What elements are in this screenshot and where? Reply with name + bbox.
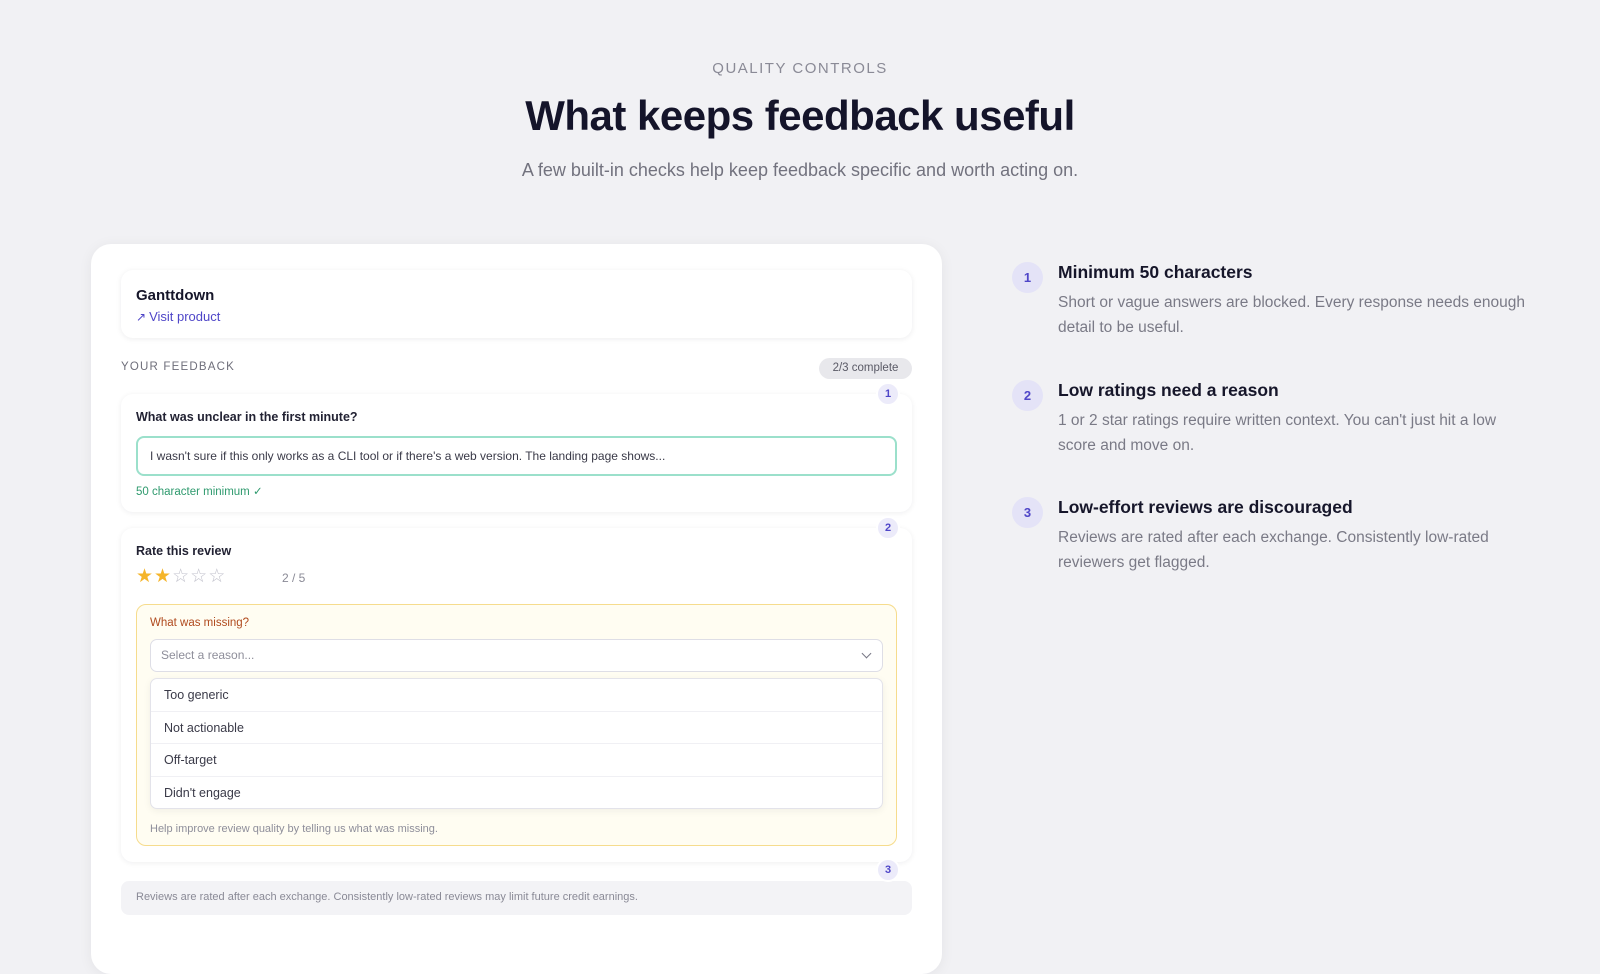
product-header: Ganttdown ↗ Visit product <box>121 270 912 338</box>
product-name: Ganttdown <box>136 287 215 304</box>
rating-notice: Reviews are rated after each exchange. C… <box>121 881 912 915</box>
answer-textarea[interactable]: I wasn't sure if this only works as a CL… <box>136 436 897 476</box>
question-label: What was unclear in the first minute? <box>136 410 358 424</box>
page-subtitle: A few built-in checks help keep feedback… <box>521 160 1079 180</box>
chevron-down-icon <box>861 648 872 659</box>
feature-item: 3 Low-effort reviews are discouraged Rev… <box>1012 497 1532 577</box>
missing-reason-panel: What was missing? Select a reason... Too… <box>136 604 897 846</box>
feature-number-badge: 2 <box>1012 380 1043 411</box>
reason-select[interactable]: Select a reason... <box>150 639 883 672</box>
feedback-card: Ganttdown ↗ Visit product YOUR FEEDBACK 2… <box>91 244 942 974</box>
question-block-1: What was unclear in the first minute? I … <box>121 394 912 512</box>
feature-title: Minimum 50 characters <box>1058 262 1253 282</box>
star-empty-icon[interactable]: ☆ <box>190 566 207 588</box>
feature-number-badge: 3 <box>1012 497 1043 528</box>
help-text: Help improve review quality by telling u… <box>150 823 438 835</box>
progress-badge: 2/3 complete <box>819 358 912 379</box>
reason-options-list: Too generic Not actionable Off-target Didn'… <box>150 678 883 809</box>
feature-description: Short or vague answers are blocked. Ever… <box>1058 294 1526 336</box>
step-number-3: 3 <box>876 858 900 882</box>
reason-option[interactable]: Not actionable <box>151 712 882 744</box>
rating-label: Rate this review <box>136 544 232 558</box>
reason-option[interactable]: Too generic <box>151 679 882 712</box>
feature-title: Low-effort reviews are discouraged <box>1058 497 1353 517</box>
question-block-2: Rate this review ★★☆☆☆ 2 / 5 What was mi… <box>121 528 912 862</box>
visit-product-label: Visit product <box>149 309 221 324</box>
star-filled-icon[interactable]: ★ <box>154 566 171 588</box>
star-filled-icon[interactable]: ★ <box>136 566 153 588</box>
reason-option[interactable]: Didn't engage <box>151 777 882 809</box>
reason-option[interactable]: Off-target <box>151 744 882 777</box>
step-number-2: 2 <box>876 516 900 540</box>
feature-number-badge: 1 <box>1012 262 1043 293</box>
feature-description: Reviews are rated after each exchange. C… <box>1058 529 1489 571</box>
visit-product-link[interactable]: ↗ Visit product <box>136 309 220 324</box>
star-empty-icon[interactable]: ☆ <box>172 566 189 588</box>
star-empty-icon[interactable]: ☆ <box>208 566 225 588</box>
character-minimum-status: 50 character minimum ✓ <box>136 486 263 498</box>
feature-description: 1 or 2 star ratings require written cont… <box>1058 412 1497 454</box>
rating-value: 2 / 5 <box>282 571 306 585</box>
feature-item: 1 Minimum 50 characters Short or vague a… <box>1012 262 1532 342</box>
star-rating[interactable]: ★★☆☆☆ <box>136 566 226 588</box>
step-number-1: 1 <box>876 382 900 406</box>
feature-title: Low ratings need a reason <box>1058 380 1279 400</box>
reason-select-placeholder: Select a reason... <box>161 648 255 662</box>
section-label: YOUR FEEDBACK <box>121 361 236 373</box>
page-title: What keeps feedback useful <box>525 92 1075 139</box>
rating-notice-text: Reviews are rated after each exchange. C… <box>136 891 638 903</box>
missing-reason-label: What was missing? <box>150 617 250 629</box>
section-eyebrow: QUALITY CONTROLS <box>712 60 888 77</box>
arrow-up-right-icon: ↗ <box>136 310 147 324</box>
feature-item: 2 Low ratings need a reason 1 or 2 star … <box>1012 380 1532 460</box>
